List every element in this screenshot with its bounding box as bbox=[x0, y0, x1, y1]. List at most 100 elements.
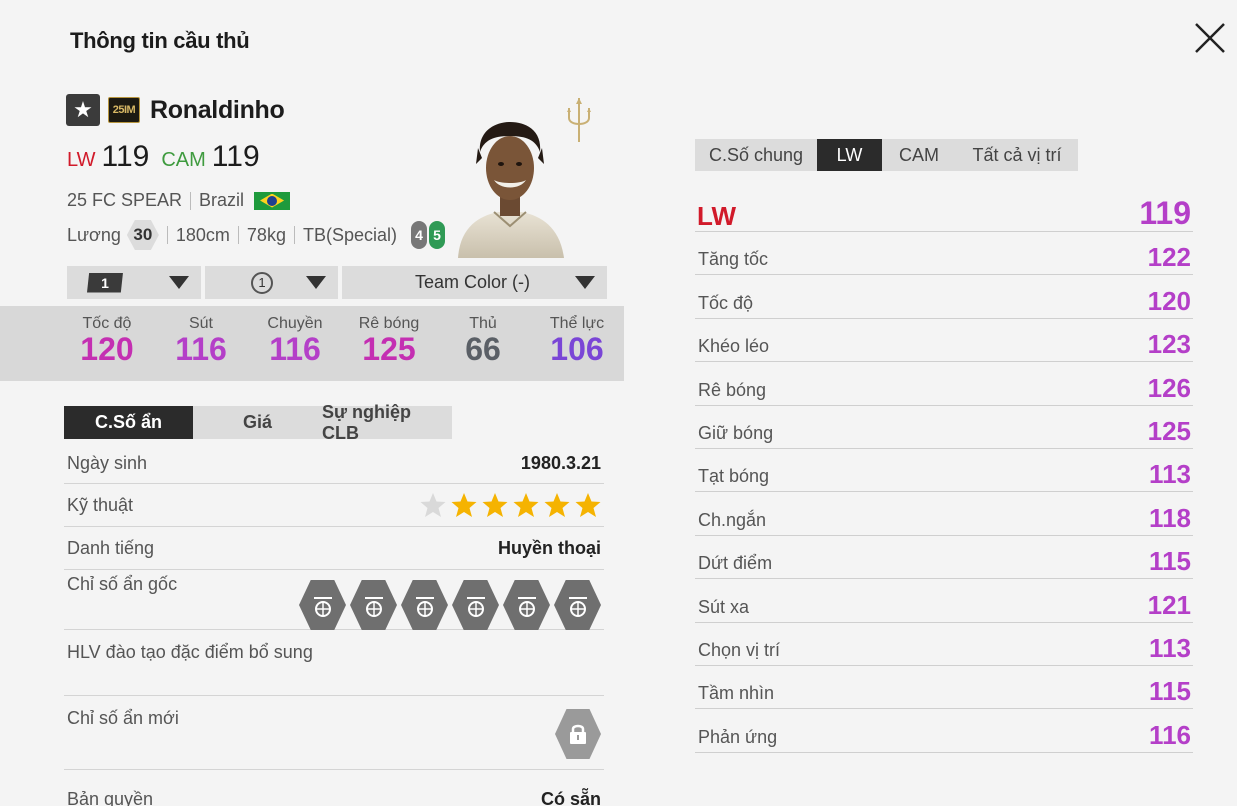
salary-label: Lương bbox=[67, 224, 121, 245]
player-physical-info: Lương 30 180cm 78kg TB(Special) 4 5 bbox=[67, 220, 445, 250]
trait-technical-dribbler-icon[interactable] bbox=[401, 580, 448, 630]
row-traits: Chỉ số ẩn gốc bbox=[64, 570, 604, 630]
trait-power-header-icon[interactable] bbox=[299, 580, 346, 630]
trait-flair-icon[interactable] bbox=[350, 580, 397, 630]
license-value: Có sẵn bbox=[540, 789, 601, 806]
strong-foot-badge: 5 bbox=[429, 221, 445, 249]
detail-stat-row: Tầm nhìn 115 bbox=[695, 666, 1193, 710]
main-stat-pace: Tốc độ 120 bbox=[60, 306, 154, 381]
main-stat-dribbling: Rê bóng 125 bbox=[342, 306, 436, 381]
tab-lw[interactable]: LW bbox=[817, 139, 882, 171]
position-secondary: CAM bbox=[161, 149, 206, 171]
star-icon: ★ bbox=[73, 97, 93, 122]
reputation-value: Huyền thoại bbox=[497, 537, 601, 558]
row-label: HLV đào tạo đặc điểm bổ sung bbox=[67, 642, 313, 662]
lock-button[interactable] bbox=[555, 709, 601, 759]
player-photo bbox=[458, 122, 564, 258]
row-reputation: Danh tiếng Huyền thoại bbox=[64, 527, 604, 570]
player-options-bar: 1 1 Team Color (-) bbox=[67, 266, 607, 299]
detail-stat-row: Rê bóng 126 bbox=[695, 362, 1193, 406]
body-type-value: TB(Special) bbox=[302, 224, 397, 245]
salary-badge: 30 bbox=[126, 220, 159, 250]
row-label: Bản quyền bbox=[67, 789, 154, 806]
close-icon bbox=[1195, 23, 1225, 53]
trait-playmaker-icon[interactable] bbox=[503, 580, 550, 630]
row-skill: Kỹ thuật bbox=[64, 484, 604, 527]
lock-icon bbox=[570, 724, 586, 744]
detail-stat-label: Tốc độ bbox=[698, 292, 754, 313]
skill-stars bbox=[420, 492, 601, 518]
detail-stat-label: Giữ bóng bbox=[698, 422, 774, 443]
page-title: Thông tin cầu thủ bbox=[70, 28, 250, 53]
detail-stat-value: 122 bbox=[1147, 242, 1191, 273]
star-filled-icon bbox=[575, 493, 601, 517]
stat-value: 106 bbox=[550, 331, 604, 367]
level-dropdown[interactable]: 1 bbox=[67, 266, 201, 299]
team-color-value: Team Color (-) bbox=[414, 272, 530, 292]
trait-icons bbox=[299, 580, 601, 630]
stat-value: 120 bbox=[80, 331, 134, 367]
favorite-star-button[interactable]: ★ bbox=[66, 94, 100, 126]
brazil-flag-icon bbox=[254, 191, 291, 210]
close-button[interactable] bbox=[1190, 18, 1230, 58]
detail-stat-label: Rê bóng bbox=[698, 379, 767, 400]
row-license: Bản quyền Có sẵn bbox=[64, 770, 604, 806]
star-filled-icon bbox=[451, 493, 477, 517]
weak-foot-badge: 4 bbox=[411, 221, 427, 249]
main-stat-shooting: Sút 116 bbox=[154, 306, 248, 381]
detail-stat-label: Dứt điểm bbox=[698, 553, 773, 574]
detail-stat-label: Sút xa bbox=[698, 596, 750, 617]
tab-general-stats[interactable]: C.Số chung bbox=[695, 139, 817, 171]
row-birth-date: Ngày sinh 1980.3.21 bbox=[64, 444, 604, 484]
detail-stat-label: Tầm nhìn bbox=[698, 683, 775, 704]
detail-stat-value: 113 bbox=[1149, 459, 1191, 490]
detail-stat-label: Chọn vị trí bbox=[698, 639, 781, 660]
row-label: Chỉ số ẩn gốc bbox=[67, 574, 178, 594]
main-stats-bar: Tốc độ 120 Sút 116 Chuyền 116 Rê bóng 12… bbox=[0, 306, 624, 381]
club-name: 25 FC SPEAR bbox=[67, 190, 183, 210]
trait-skill-icon[interactable] bbox=[554, 580, 601, 630]
tab-club-career[interactable]: Sự nghiệp CLB bbox=[322, 402, 452, 443]
detail-stat-row: Sút xa 121 bbox=[695, 579, 1193, 623]
trait-speed-dribbler-icon[interactable] bbox=[452, 580, 499, 630]
star-filled-icon bbox=[544, 493, 570, 517]
star-filled-icon bbox=[482, 493, 508, 517]
tab-price[interactable]: Giá bbox=[193, 406, 322, 439]
height-value: 180cm bbox=[175, 224, 230, 245]
chevron-down-icon bbox=[575, 276, 595, 289]
star-empty-icon bbox=[420, 493, 446, 517]
tab-hidden-stats[interactable]: C.Số ẩn bbox=[64, 406, 193, 439]
weight-value: 78kg bbox=[246, 224, 286, 245]
chevron-down-icon bbox=[169, 276, 189, 289]
season-badge-icon: 25IM bbox=[108, 97, 140, 123]
main-stat-physical: Thể lực 106 bbox=[530, 306, 624, 381]
position-tab-bar: C.Số chung LW CAM Tất cả vị trí bbox=[695, 139, 1078, 171]
training-dropdown[interactable]: 1 bbox=[205, 266, 338, 299]
detail-stat-row: Chọn vị trí 113 bbox=[695, 623, 1193, 666]
position-secondary-ovr: 119 bbox=[211, 140, 260, 173]
detail-stat-value: 120 bbox=[1147, 285, 1191, 316]
tab-all-positions[interactable]: Tất cả vị trí bbox=[956, 139, 1078, 171]
detail-stats-list: Tăng tốc 122 Tốc độ 120 Khéo léo 123 Rê bóng 12… bbox=[695, 232, 1193, 753]
birth-date-value: 1980.3.21 bbox=[520, 453, 601, 473]
stat-value: 116 bbox=[175, 331, 227, 367]
detail-stat-row: Ch.ngắn 118 bbox=[695, 492, 1193, 536]
detail-stat-value: 125 bbox=[1147, 415, 1191, 446]
detail-stat-label: Ch.ngắn bbox=[698, 509, 767, 530]
icon-trident-emblem-icon bbox=[567, 98, 591, 142]
player-club-nation: 25 FC SPEAR Brazil bbox=[67, 190, 291, 211]
training-value: 1 bbox=[251, 271, 273, 294]
divider bbox=[237, 226, 239, 244]
player-header: ★ 25IM Ronaldinho bbox=[66, 94, 285, 126]
detail-stat-value: 115 bbox=[1149, 546, 1191, 577]
team-color-dropdown[interactable]: Team Color (-) bbox=[342, 266, 607, 299]
detail-stat-value: 116 bbox=[1149, 719, 1191, 750]
star-filled-icon bbox=[513, 493, 539, 517]
divider bbox=[190, 191, 192, 210]
tab-cam[interactable]: CAM bbox=[882, 139, 956, 171]
detail-stat-value: 115 bbox=[1149, 676, 1191, 707]
hidden-stats-list: Ngày sinh 1980.3.21 Kỹ thuật Danh tiếng … bbox=[64, 444, 604, 806]
level-value: 1 bbox=[87, 272, 123, 293]
position-primary-ovr: 119 bbox=[101, 140, 150, 173]
row-label: Danh tiếng bbox=[67, 537, 155, 558]
